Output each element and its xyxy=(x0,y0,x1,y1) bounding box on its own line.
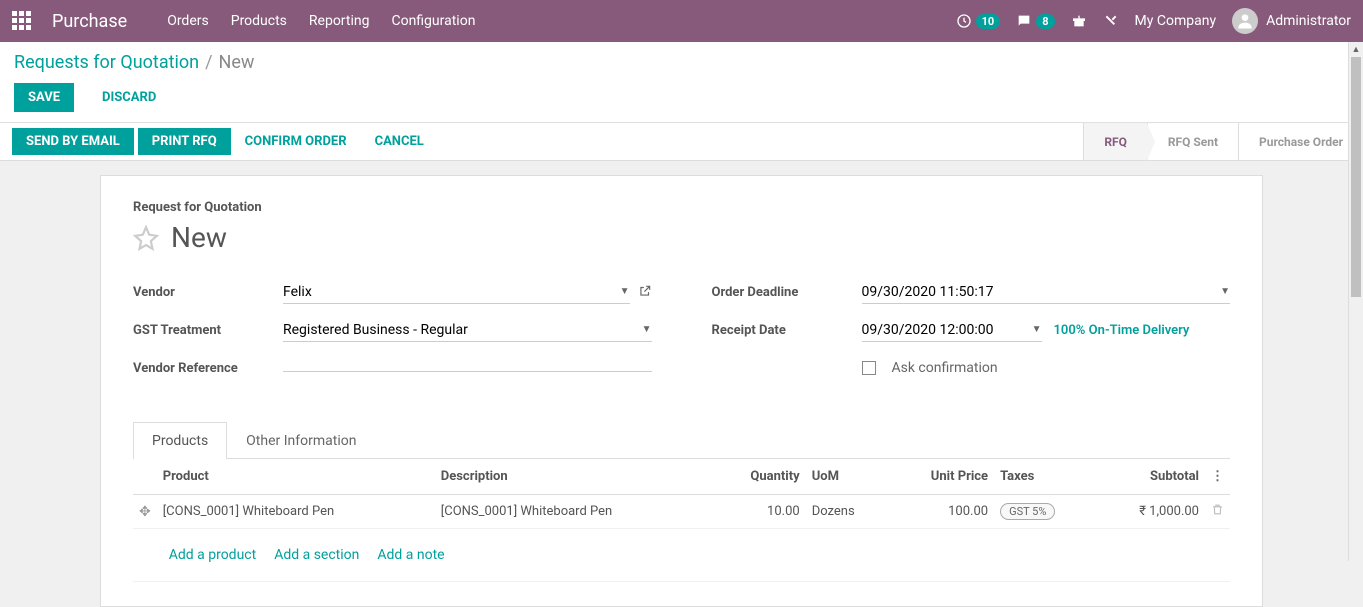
columns-menu-icon[interactable]: ⋮ xyxy=(1211,469,1224,484)
nav-products[interactable]: Products xyxy=(231,13,287,29)
chat-badge: 8 xyxy=(1036,14,1054,29)
scrollbar[interactable]: ▲ xyxy=(1348,42,1363,561)
form-title: New xyxy=(171,221,227,254)
form-col-right: Order Deadline 09/30/2020 11:50:17 ▼ Rec… xyxy=(712,278,1231,392)
status-step-purchase-order[interactable]: Purchase Order xyxy=(1238,123,1363,160)
vendor-field[interactable]: Felix ▼ xyxy=(283,281,630,304)
th-qty: Quantity xyxy=(713,459,806,495)
chevron-down-icon: ▼ xyxy=(620,286,630,297)
th-uom: UoM xyxy=(806,459,889,495)
breadcrumb-root[interactable]: Requests for Quotation xyxy=(14,52,199,73)
scroll-thumb[interactable] xyxy=(1351,57,1361,297)
gst-field[interactable]: Registered Business - Regular ▼ xyxy=(283,319,652,342)
scroll-up-icon[interactable]: ▲ xyxy=(1349,42,1363,57)
th-unit-price: Unit Price xyxy=(889,459,994,495)
print-rfq-button[interactable]: Print RFQ xyxy=(138,128,231,155)
th-product: Product xyxy=(157,459,435,495)
notebook-tabs: Products Other Information xyxy=(133,422,1230,459)
tax-badge[interactable]: GST 5% xyxy=(1000,503,1055,520)
cell-product[interactable]: [CONS_0001] Whiteboard Pen xyxy=(157,495,435,529)
top-nav: Purchase Orders Products Reporting Confi… xyxy=(0,0,1363,42)
form-col-left: Vendor Felix ▼ GST Treatment Registered … xyxy=(133,278,652,392)
form-title-row: New xyxy=(133,221,1230,254)
tab-other-info[interactable]: Other Information xyxy=(227,422,375,459)
cell-qty[interactable]: 10.00 xyxy=(713,495,806,529)
ask-confirm-row: Ask confirmation xyxy=(862,357,1231,379)
chevron-down-icon: ▼ xyxy=(642,324,652,335)
control-panel: Requests for Quotation / New Save Discar… xyxy=(0,42,1363,123)
cell-uom[interactable]: Dozens xyxy=(806,495,889,529)
user-menu[interactable]: Administrator xyxy=(1232,8,1351,34)
user-name: Administrator xyxy=(1266,13,1351,29)
label-gst: GST Treatment xyxy=(133,323,283,338)
status-bar: Send by Email Print RFQ Confirm Order Ca… xyxy=(0,123,1363,161)
label-deadline: Order Deadline xyxy=(712,285,862,300)
nav-right: 10 8 My Company Administrator xyxy=(956,8,1351,34)
receipt-value: 09/30/2020 12:00:00 xyxy=(862,322,994,338)
chat-icon[interactable]: 8 xyxy=(1016,13,1054,29)
form-subtitle: Request for Quotation xyxy=(133,200,1230,215)
label-vendor-ref: Vendor Reference xyxy=(133,361,283,376)
ontime-delivery[interactable]: 100% On-Time Delivery xyxy=(1054,323,1190,338)
activity-icon[interactable]: 10 xyxy=(956,13,1001,29)
statusbar-actions: Send by Email Print RFQ Confirm Order Ca… xyxy=(0,128,438,155)
label-receipt: Receipt Date xyxy=(712,323,862,338)
tools-icon[interactable] xyxy=(1103,13,1119,29)
breadcrumb-current: New xyxy=(219,52,255,73)
cancel-button[interactable]: Cancel xyxy=(361,128,438,155)
breadcrumb: Requests for Quotation / New xyxy=(14,52,1349,73)
status-step-rfq-sent[interactable]: RFQ Sent xyxy=(1147,123,1238,160)
order-lines-table: Product Description Quantity UoM Unit Pr… xyxy=(133,459,1230,582)
send-email-button[interactable]: Send by Email xyxy=(12,128,134,155)
deadline-field[interactable]: 09/30/2020 11:50:17 ▼ xyxy=(862,281,1231,304)
receipt-field[interactable]: 09/30/2020 12:00:00 ▼ xyxy=(862,319,1042,342)
gst-value: Registered Business - Regular xyxy=(283,322,468,338)
add-links: Add a product Add a section Add a note xyxy=(163,537,1224,573)
discard-button[interactable]: Discard xyxy=(88,83,170,112)
cell-description[interactable]: [CONS_0001] Whiteboard Pen xyxy=(435,495,713,529)
nav-menu: Orders Products Reporting Configuration xyxy=(167,13,475,29)
trash-icon[interactable] xyxy=(1211,505,1224,520)
action-buttons: Save Discard xyxy=(14,83,1349,112)
external-link-icon[interactable] xyxy=(638,283,652,302)
ask-confirm-checkbox[interactable] xyxy=(862,361,876,375)
vendor-value: Felix xyxy=(283,284,312,300)
nav-orders[interactable]: Orders xyxy=(167,13,209,29)
chevron-down-icon: ▼ xyxy=(1220,286,1230,297)
drag-handle-icon[interactable]: ✥ xyxy=(139,504,151,520)
th-subtotal: Subtotal xyxy=(1096,459,1205,495)
tab-products[interactable]: Products xyxy=(133,422,227,459)
form-fields: Vendor Felix ▼ GST Treatment Registered … xyxy=(133,278,1230,392)
priority-star-icon[interactable] xyxy=(133,225,159,251)
company-selector[interactable]: My Company xyxy=(1135,13,1217,29)
apps-icon[interactable] xyxy=(12,11,32,31)
cell-subtotal: ₹ 1,000.00 xyxy=(1096,495,1205,529)
form-sheet: Request for Quotation New Vendor Felix ▼… xyxy=(100,175,1263,607)
label-vendor: Vendor xyxy=(133,285,283,300)
table-row[interactable]: ✥ [CONS_0001] Whiteboard Pen [CONS_0001]… xyxy=(133,495,1230,529)
app-title: Purchase xyxy=(52,11,127,32)
th-description: Description xyxy=(435,459,713,495)
nav-configuration[interactable]: Configuration xyxy=(391,13,475,29)
breadcrumb-separator: / xyxy=(205,52,212,73)
status-steps: RFQ RFQ Sent Purchase Order xyxy=(1083,123,1363,160)
th-taxes: Taxes xyxy=(994,459,1096,495)
chevron-down-icon: ▼ xyxy=(1032,324,1042,335)
status-step-rfq[interactable]: RFQ xyxy=(1083,123,1147,160)
nav-reporting[interactable]: Reporting xyxy=(309,13,370,29)
gift-icon[interactable] xyxy=(1071,13,1087,29)
cell-unit-price[interactable]: 100.00 xyxy=(889,495,994,529)
save-button[interactable]: Save xyxy=(14,83,74,112)
vendor-ref-field[interactable] xyxy=(283,365,652,372)
activity-badge: 10 xyxy=(976,14,1001,29)
deadline-value: 09/30/2020 11:50:17 xyxy=(862,284,994,300)
ask-confirm-label: Ask confirmation xyxy=(892,360,998,376)
confirm-order-button[interactable]: Confirm Order xyxy=(231,128,361,155)
avatar-icon xyxy=(1232,8,1258,34)
